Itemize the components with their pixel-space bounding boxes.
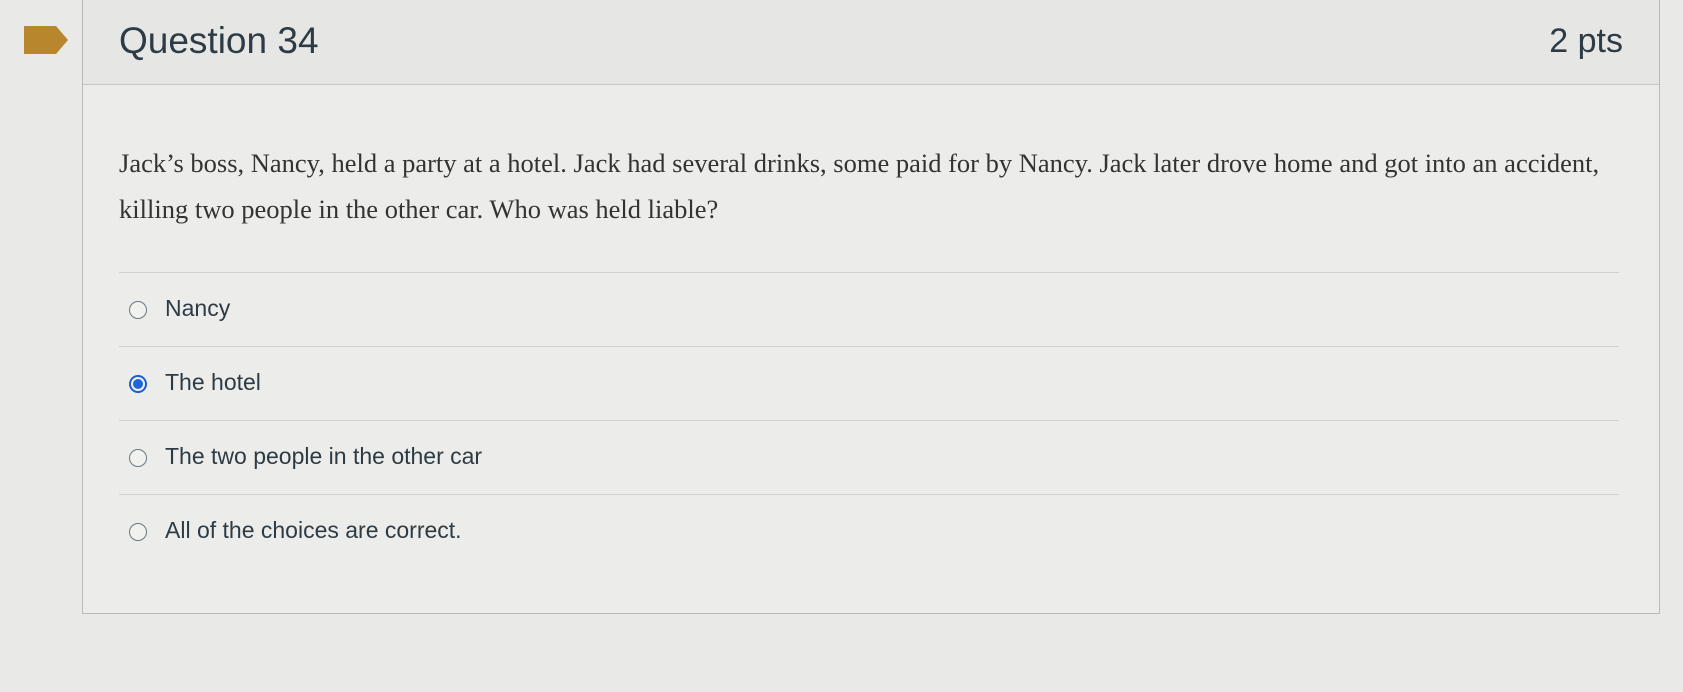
question-text: Jack’s boss, Nancy, held a party at a ho… (119, 148, 1600, 224)
question-header: Question 34 2 pts (83, 0, 1659, 85)
answer-option-nancy[interactable]: Nancy (119, 272, 1619, 346)
bookmark-flag-icon[interactable] (24, 26, 68, 54)
answer-label[interactable]: All of the choices are correct. (165, 517, 462, 544)
answer-option-the-hotel[interactable]: The hotel (119, 346, 1619, 420)
question-title: Question 34 (119, 20, 319, 61)
answer-label[interactable]: The two people in the other car (165, 443, 482, 470)
answer-option-all-correct[interactable]: All of the choices are correct. (119, 494, 1619, 568)
radio-button[interactable] (129, 449, 147, 467)
radio-button-selected[interactable] (129, 375, 147, 393)
answer-label[interactable]: The hotel (165, 369, 261, 396)
question-points: 2 pts (1549, 22, 1623, 60)
answer-option-two-people[interactable]: The two people in the other car (119, 420, 1619, 494)
question-card: Question 34 2 pts Jack’s boss, Nancy, he… (82, 0, 1660, 614)
radio-button[interactable] (129, 523, 147, 541)
answer-label[interactable]: Nancy (165, 295, 230, 322)
answer-list: Nancy The hotel The two people in the ot… (119, 272, 1619, 568)
radio-button[interactable] (129, 301, 147, 319)
